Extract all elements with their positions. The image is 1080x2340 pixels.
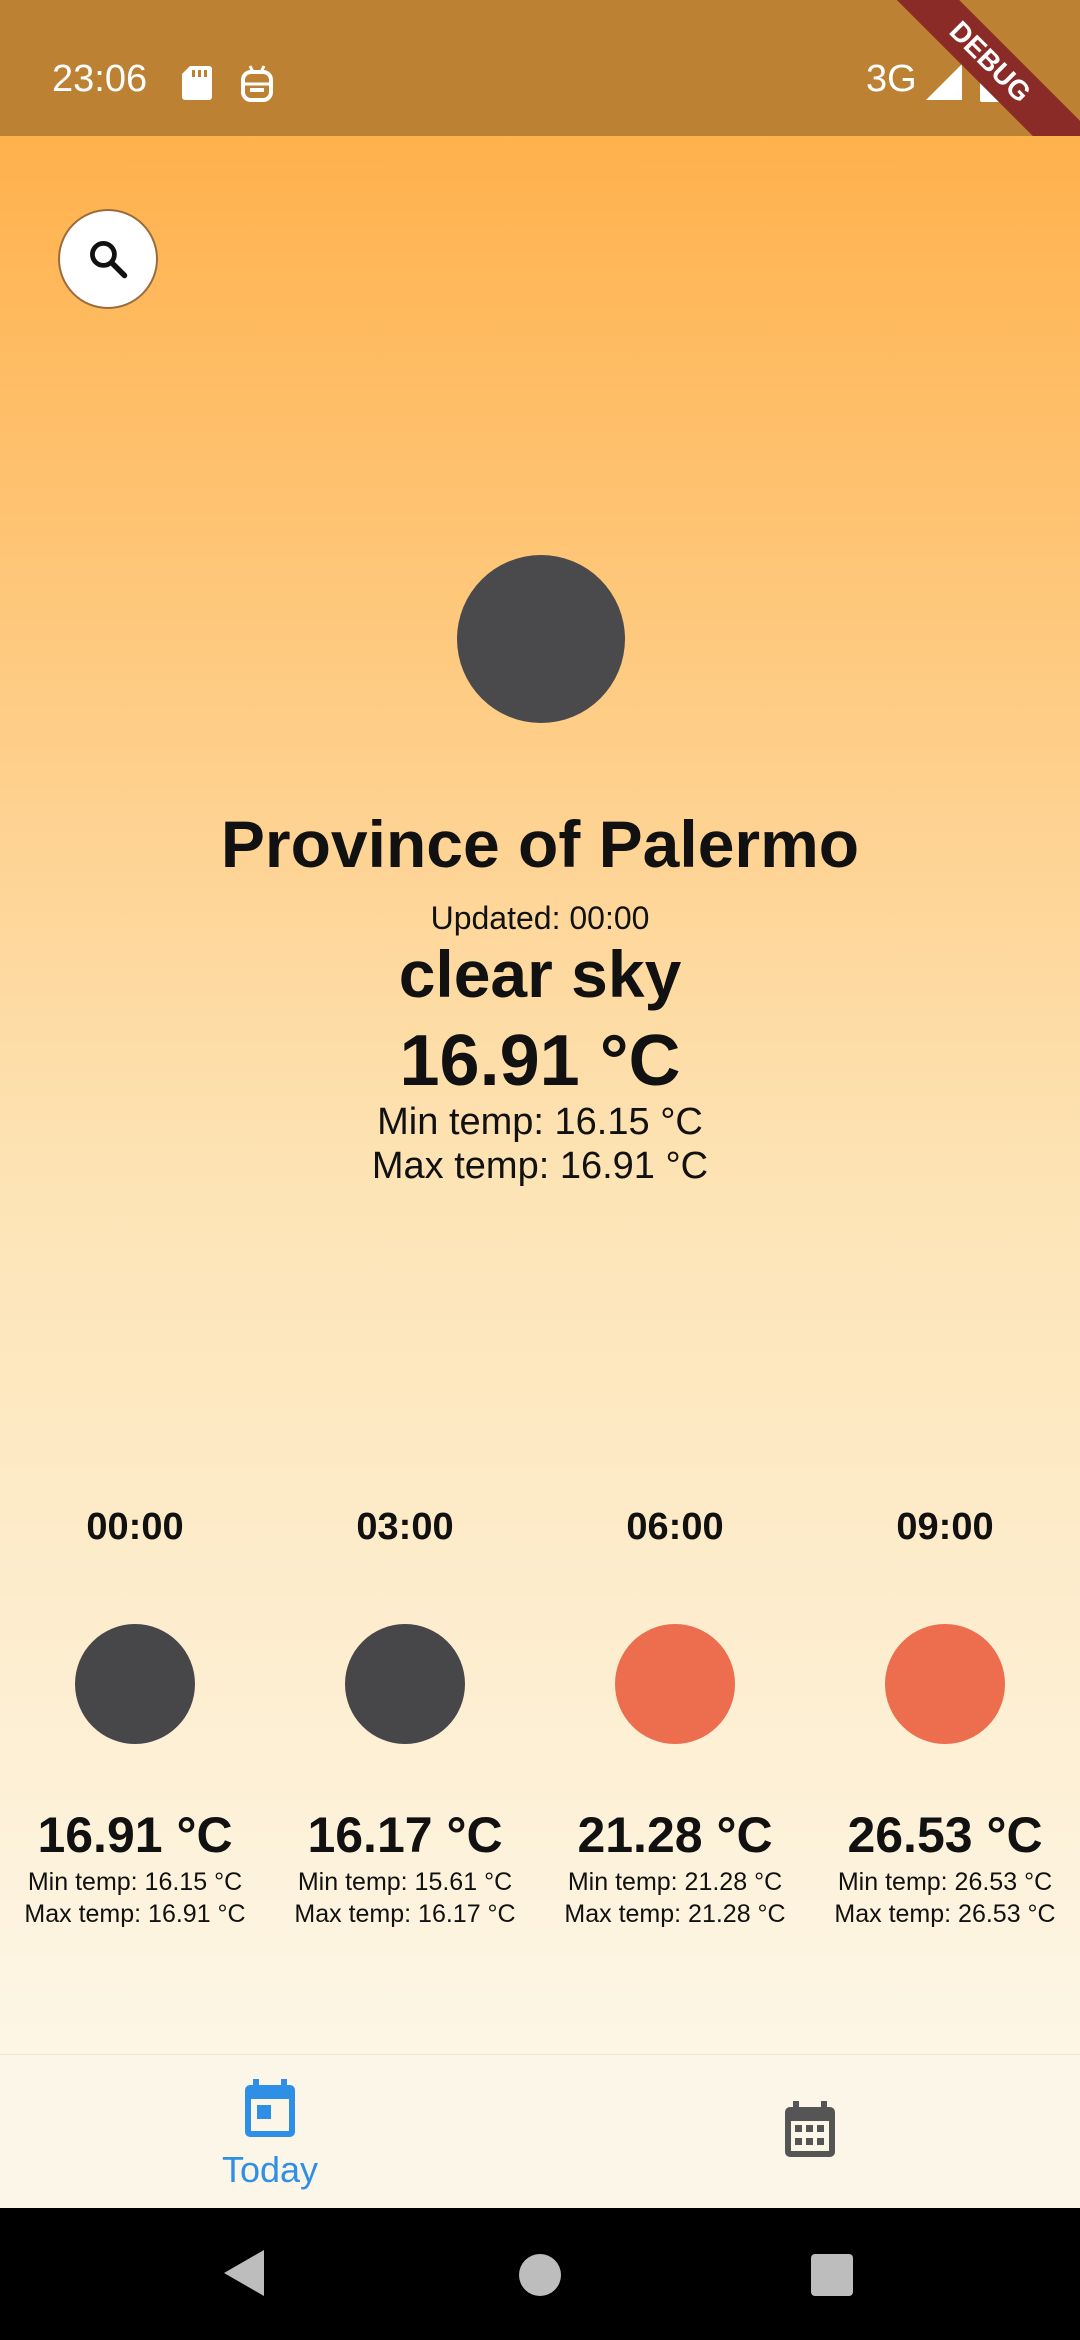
forecast-weather-icon xyxy=(615,1624,735,1744)
forecast-min-temp: Min temp: 21.28 °C xyxy=(567,1868,783,1896)
network-type: 3G xyxy=(866,58,917,100)
forecast-temperature: 16.91 °C xyxy=(37,1807,233,1863)
search-icon xyxy=(90,241,128,279)
forecast-min-temp: Min temp: 15.61 °C xyxy=(297,1868,513,1896)
forecast-temperature: 26.53 °C xyxy=(847,1807,1043,1863)
calendar-today-icon xyxy=(245,2079,295,2137)
forecast-time: 00:00 xyxy=(86,1506,184,1548)
current-max-temp: Max temp: 16.91 °C xyxy=(371,1145,709,1187)
forecast-weather-icon xyxy=(885,1624,1005,1744)
back-icon[interactable] xyxy=(222,2248,266,2298)
forecast-max-temp: Max temp: 26.53 °C xyxy=(834,1900,1056,1928)
forecast-temperature: 21.28 °C xyxy=(577,1807,773,1863)
status-bar: 23:06 3G DEBUG xyxy=(0,0,1080,136)
forecast-min-temp: Min temp: 16.15 °C xyxy=(27,1868,243,1896)
current-min-temp: Min temp: 16.15 °C xyxy=(377,1101,703,1143)
forecast-item: 03:00 16.17 °C Min temp: 15.61 °C Max te… xyxy=(270,1506,540,2086)
forecast-temperature: 16.17 °C xyxy=(307,1807,503,1863)
forecast-max-temp: Max temp: 16.17 °C xyxy=(294,1900,516,1928)
forecast-item: 06:00 21.28 °C Min temp: 21.28 °C Max te… xyxy=(540,1506,810,2086)
forecast-item: 00:00 16.91 °C Min temp: 16.15 °C Max te… xyxy=(0,1506,270,2086)
forecast-weather-icon xyxy=(75,1624,195,1744)
tab-today-label: Today xyxy=(221,2149,319,2190)
main-content: Province of Palermo Updated: 00:00 clear… xyxy=(0,136,1080,2054)
home-icon[interactable] xyxy=(519,2254,561,2296)
status-time: 23:06 xyxy=(52,58,148,100)
current-temperature: 16.91 °C xyxy=(399,1021,681,1101)
calendar-month-icon xyxy=(785,2101,835,2157)
bottom-navigation: Today xyxy=(0,2054,1080,2209)
forecast-min-temp: Min temp: 26.53 °C xyxy=(837,1868,1053,1896)
recents-icon[interactable] xyxy=(811,2254,853,2296)
signal-icon xyxy=(926,64,962,100)
search-button[interactable] xyxy=(58,209,158,309)
forecast-time: 06:00 xyxy=(626,1506,724,1548)
tab-today[interactable]: Today xyxy=(0,2055,540,2209)
tab-week[interactable] xyxy=(540,2055,1080,2209)
city-name: Province of Palermo xyxy=(220,807,860,881)
forecast-time: 03:00 xyxy=(356,1506,454,1548)
forecast-max-temp: Max temp: 16.91 °C xyxy=(24,1900,246,1928)
updated-time: Updated: 00:00 xyxy=(430,900,650,936)
forecast-max-temp: Max temp: 21.28 °C xyxy=(564,1900,786,1928)
sd-card-icon xyxy=(182,66,212,100)
current-weather-icon xyxy=(457,555,625,723)
forecast-weather-icon xyxy=(345,1624,465,1744)
system-navigation-bar xyxy=(0,2208,1080,2340)
weather-condition: clear sky xyxy=(398,937,682,1011)
android-icon xyxy=(241,65,273,102)
forecast-time: 09:00 xyxy=(896,1506,994,1548)
forecast-item: 09:00 26.53 °C Min temp: 26.53 °C Max te… xyxy=(810,1506,1080,2086)
